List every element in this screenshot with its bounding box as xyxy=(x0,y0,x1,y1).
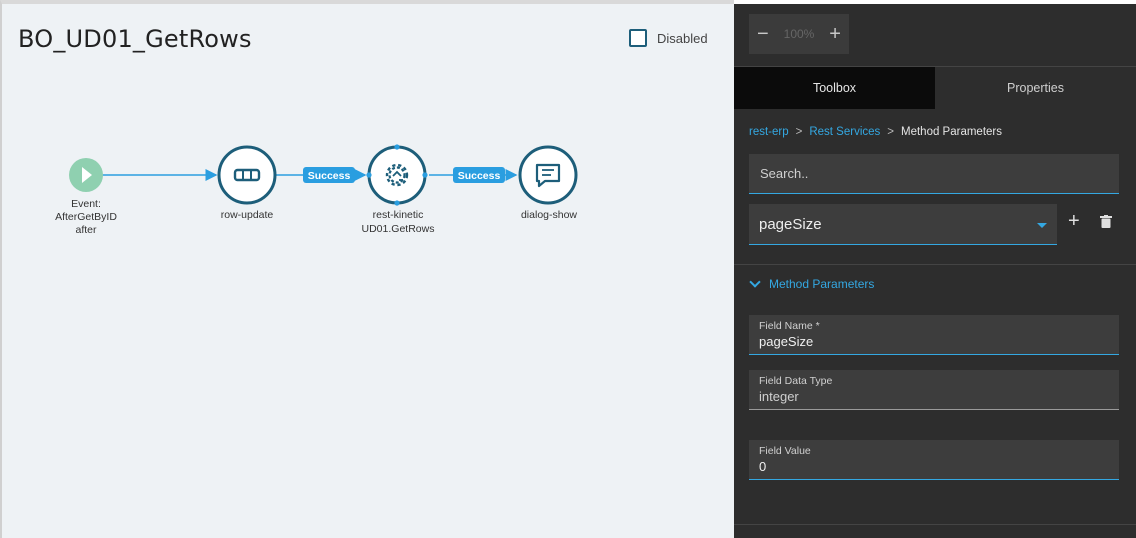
method-parameter-select[interactable]: pageSize xyxy=(749,204,1057,245)
method-parameters-section-header[interactable]: Method Parameters xyxy=(749,276,875,291)
node-event-label-2: AfterGetByID xyxy=(55,211,117,223)
tab-toolbox[interactable]: Toolbox xyxy=(734,67,935,109)
search-input[interactable]: Search.. xyxy=(749,154,1119,194)
node-dialog-show-label: dialog-show xyxy=(521,209,577,221)
breadcrumb-current: Method Parameters xyxy=(901,126,1002,138)
zoom-out-button[interactable]: − xyxy=(757,24,769,44)
field-data-type-label: Field Data Type xyxy=(759,375,833,387)
zoom-value: 100% xyxy=(783,27,815,41)
tab-properties[interactable]: Properties xyxy=(935,67,1136,109)
flow-canvas[interactable]: BO_UD01_GetRows Disabled Success Success… xyxy=(0,0,734,538)
node-rest-kinetic-label-1: rest-kinetic xyxy=(373,209,424,221)
field-value-value: 0 xyxy=(759,459,767,474)
node-rest-kinetic[interactable]: rest-kinetic UD01.GetRows xyxy=(362,144,435,235)
bottom-divider xyxy=(734,524,1136,525)
section-divider xyxy=(734,264,1136,265)
breadcrumb-separator: > xyxy=(887,126,894,138)
svg-text:Success: Success xyxy=(308,170,351,182)
breadcrumb-separator: > xyxy=(795,126,803,138)
field-data-type-input[interactable]: Field Data Type integer xyxy=(749,370,1119,410)
zoom-in-button[interactable]: + xyxy=(829,24,841,44)
breadcrumb-rest-erp[interactable]: rest-erp xyxy=(749,126,789,138)
trash-icon[interactable] xyxy=(1100,215,1112,228)
node-event-label-1: Event: xyxy=(71,198,101,210)
node-event[interactable]: Event: AfterGetByID after xyxy=(55,158,117,236)
field-name-label: Field Name * xyxy=(759,320,820,332)
field-value-input[interactable]: Field Value 0 xyxy=(749,440,1119,480)
node-dialog-show[interactable]: dialog-show xyxy=(518,145,578,221)
method-parameter-select-value: pageSize xyxy=(759,216,822,233)
field-value-label: Field Value xyxy=(759,445,811,457)
edge-label-success-2: Success xyxy=(453,167,505,183)
flow-diagram: Success Success Event: AfterGetByID afte… xyxy=(55,144,578,236)
node-row-update[interactable]: row-update xyxy=(217,145,277,221)
node-event-label-3: after xyxy=(75,224,97,236)
zoom-control: − 100% + xyxy=(749,14,849,54)
toolbox-panel: − 100% + Toolbox Properties rest-erp > R… xyxy=(734,4,1136,538)
field-name-value: pageSize xyxy=(759,334,814,349)
node-rest-kinetic-label-2: UD01.GetRows xyxy=(362,223,435,235)
svg-text:Success: Success xyxy=(458,170,501,182)
edge-label-success-1: Success xyxy=(303,167,355,183)
field-name-input[interactable]: Field Name * pageSize xyxy=(749,315,1119,355)
chevron-down-icon xyxy=(749,276,761,288)
breadcrumb: rest-erp > Rest Services > Method Parame… xyxy=(749,126,1002,138)
chevron-down-icon xyxy=(1037,223,1047,228)
section-title: Method Parameters xyxy=(769,277,875,291)
panel-tabs: Toolbox Properties xyxy=(734,66,1136,109)
node-row-update-label: row-update xyxy=(221,209,274,221)
add-icon[interactable]: + xyxy=(1068,210,1080,233)
field-data-type-value: integer xyxy=(759,389,799,404)
breadcrumb-rest-services[interactable]: Rest Services xyxy=(809,126,880,138)
